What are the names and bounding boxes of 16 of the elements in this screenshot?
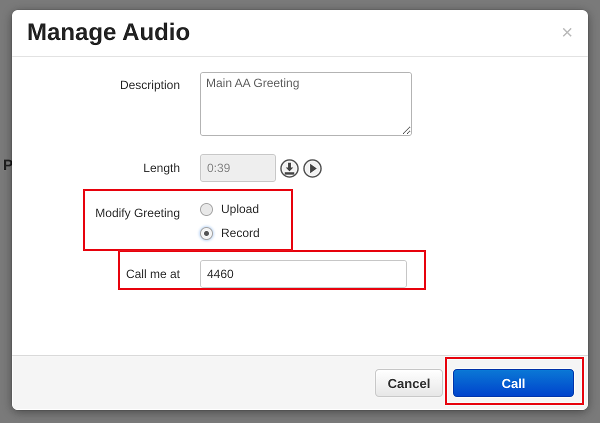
description-field[interactable]: Main AA Greeting [200, 72, 412, 136]
download-icon[interactable] [280, 158, 299, 178]
radio-button[interactable] [200, 226, 213, 240]
cancel-button[interactable]: Cancel [375, 369, 443, 397]
radio-label[interactable]: Record [221, 224, 260, 242]
play-icon[interactable] [303, 158, 322, 178]
field-label: Length [142, 160, 181, 177]
call-button[interactable]: Call [453, 369, 574, 397]
radio-button[interactable] [200, 202, 213, 216]
background-text: P [3, 157, 14, 174]
field-label: Modify Greeting [94, 205, 181, 222]
field-label: Call me at [124, 266, 181, 283]
dialog-title: Manage Audio [27, 19, 190, 47]
field-label: Description [118, 77, 181, 94]
radio-label[interactable]: Upload [221, 200, 260, 218]
phone-number-field[interactable]: 4460 [200, 260, 407, 288]
